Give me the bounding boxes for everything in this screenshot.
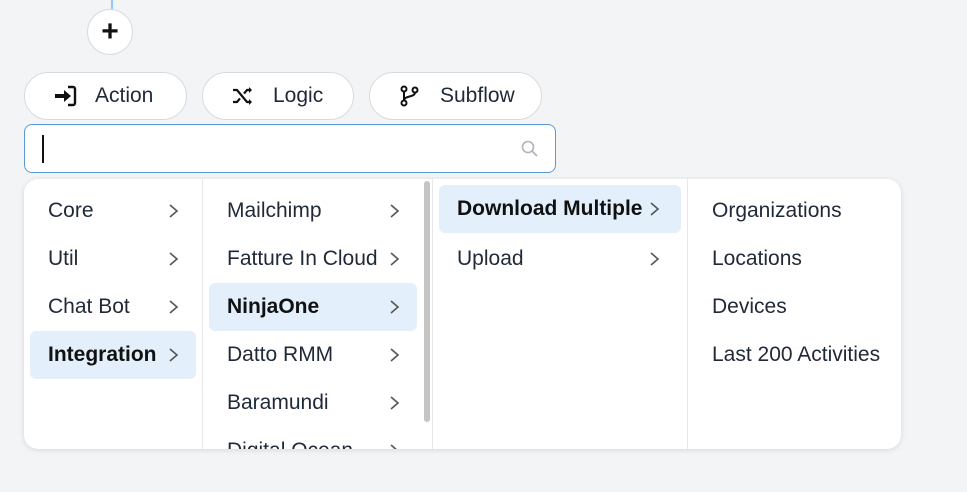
menu-item-devices[interactable]: Devices: [694, 283, 894, 331]
chevron-right-icon: [169, 252, 179, 266]
menu-item-locations[interactable]: Locations: [694, 235, 894, 283]
menu-item-label: Locations: [712, 247, 802, 270]
chevron-right-icon: [169, 348, 179, 362]
menu-item-util[interactable]: Util: [30, 235, 196, 283]
chevron-right-icon: [390, 396, 400, 410]
menu-item-label: NinjaOne: [227, 295, 320, 318]
menu-item-label: Organizations: [712, 199, 842, 222]
text-cursor: [42, 135, 44, 163]
menu-item-integration[interactable]: Integration: [30, 331, 196, 379]
add-step-button[interactable]: +: [87, 9, 133, 55]
menu-item-fatture-in-cloud[interactable]: Fatture In Cloud: [209, 235, 417, 283]
chevron-right-icon: [650, 202, 660, 216]
integration-column: Mailchimp Fatture In Cloud NinjaOne Datt…: [202, 179, 433, 449]
menu-item-digital-ocean[interactable]: Digital Ocean: [209, 427, 417, 449]
action-type-button[interactable]: Action: [24, 72, 187, 120]
menu-item-last-200-activities[interactable]: Last 200 Activities: [694, 331, 894, 379]
action-type-label: Action: [95, 84, 154, 107]
menu-item-label: Util: [48, 247, 79, 270]
sign-in-icon: [53, 84, 77, 108]
chevron-right-icon: [650, 252, 660, 266]
menu-item-label: Fatture In Cloud: [227, 247, 378, 270]
menu-item-upload[interactable]: Upload: [439, 235, 681, 283]
logic-type-button[interactable]: Logic: [202, 72, 354, 120]
shuffle-icon: [231, 84, 255, 108]
menu-item-label: Datto RMM: [227, 343, 334, 366]
menu-item-core[interactable]: Core: [30, 187, 196, 235]
branch-icon: [398, 84, 422, 108]
menu-item-label: Baramundi: [227, 391, 329, 414]
ninjaone-actions-column: Download Multiple Upload: [432, 179, 688, 449]
menu-item-chat-bot[interactable]: Chat Bot: [30, 283, 196, 331]
menu-item-datto-rmm[interactable]: Datto RMM: [209, 331, 417, 379]
menu-item-download-multiple[interactable]: Download Multiple: [439, 185, 681, 233]
search-icon[interactable]: [520, 139, 540, 159]
menu-item-mailchimp[interactable]: Mailchimp: [209, 187, 417, 235]
menu-item-label: Upload: [457, 247, 524, 270]
chevron-right-icon: [390, 252, 400, 266]
menu-item-label: Chat Bot: [48, 295, 130, 318]
menu-item-label: Digital Ocean: [227, 439, 353, 449]
chevron-right-icon: [390, 204, 400, 218]
menu-item-label: Devices: [712, 295, 787, 318]
menu-item-label: Integration: [48, 343, 157, 366]
menu-item-ninjaone[interactable]: NinjaOne: [209, 283, 417, 331]
menu-item-organizations[interactable]: Organizations: [694, 187, 894, 235]
chevron-right-icon: [390, 300, 400, 314]
subflow-type-label: Subflow: [440, 84, 515, 107]
category-menu: Core Util Chat Bot Integration Mailchimp…: [24, 179, 901, 449]
menu-item-label: Core: [48, 199, 94, 222]
search-input[interactable]: [39, 133, 503, 165]
chevron-right-icon: [390, 348, 400, 362]
menu-item-label: Download Multiple: [457, 197, 643, 220]
chevron-right-icon: [169, 300, 179, 314]
chevron-right-icon: [169, 204, 179, 218]
menu-item-baramundi[interactable]: Baramundi: [209, 379, 417, 427]
menu-item-label: Last 200 Activities: [712, 343, 881, 366]
chevron-right-icon: [390, 444, 397, 449]
subflow-type-button[interactable]: Subflow: [369, 72, 542, 120]
logic-type-label: Logic: [273, 84, 324, 107]
download-multiple-column: Organizations Locations Devices Last 200…: [687, 179, 901, 449]
search-box: [24, 124, 556, 173]
menu-item-label: Mailchimp: [227, 199, 322, 222]
scrollbar[interactable]: [424, 181, 430, 422]
category-column: Core Util Chat Bot Integration: [24, 179, 203, 449]
